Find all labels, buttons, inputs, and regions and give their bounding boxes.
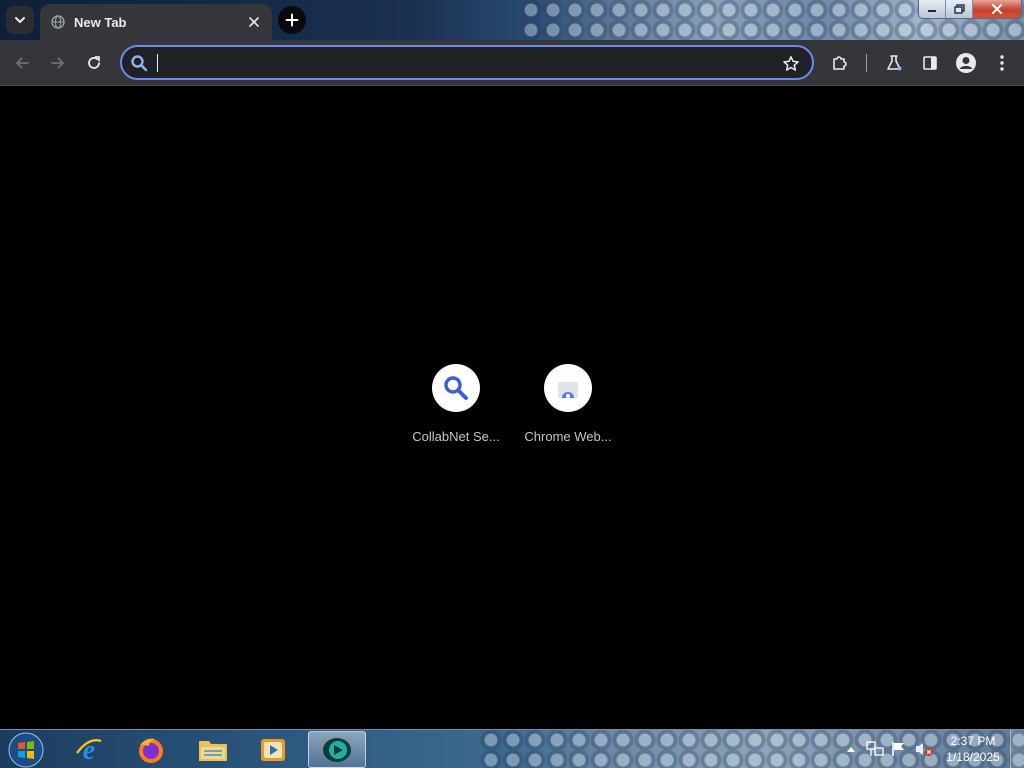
media-player-icon: [261, 738, 285, 761]
search-icon: [444, 376, 468, 400]
taskbar-app-firefox[interactable]: [124, 731, 178, 768]
title-bar: New Tab: [0, 0, 1024, 40]
menu-button[interactable]: [988, 49, 1016, 77]
taskbar: e 2:37 PM 1/18/2025: [0, 729, 1024, 768]
start-button[interactable]: [6, 731, 46, 768]
firefox-icon: [139, 738, 163, 763]
network-icon: [866, 741, 884, 756]
star-icon: [783, 56, 799, 71]
arrow-left-icon: [16, 57, 29, 69]
labs-button[interactable]: [880, 49, 908, 77]
new-tab-page: CollabNet Se... Chrome Web...: [0, 87, 1024, 729]
tab-search-button[interactable]: [6, 6, 34, 34]
tab-title: New Tab: [74, 14, 127, 30]
show-desktop-button[interactable]: [1010, 730, 1024, 768]
taskbar-app-file-explorer[interactable]: [186, 731, 240, 768]
side-panel-button[interactable]: [916, 49, 944, 77]
shortcut-icon-circle: [544, 364, 592, 412]
volume-tray-icon[interactable]: [912, 738, 936, 760]
chevron-up-icon: [847, 747, 855, 752]
shortcut-collabnet[interactable]: CollabNet Se...: [406, 364, 506, 444]
action-center-tray-icon[interactable]: [888, 738, 908, 760]
show-hidden-icons-button[interactable]: [844, 738, 858, 760]
taskbar-app-chrome[interactable]: [308, 731, 366, 768]
reload-icon: [88, 56, 100, 69]
puzzle-icon: [833, 56, 847, 70]
desktop: New Tab CollabNet Se... Chrome Web... e …: [0, 0, 1024, 768]
profile-button[interactable]: [952, 49, 980, 77]
close-icon: [992, 4, 1002, 14]
globe-icon: [50, 14, 66, 30]
text-cursor: [157, 54, 158, 72]
arrow-right-icon: [51, 57, 64, 69]
toolbar-divider: [866, 54, 867, 72]
shortcut-chrome-web-store[interactable]: Chrome Web...: [518, 364, 618, 444]
plus-icon: [285, 13, 299, 27]
bookmark-button[interactable]: [780, 53, 802, 75]
restore-icon: [953, 4, 965, 14]
windows-logo-icon: [8, 732, 44, 767]
taskbar-app-media-player[interactable]: [246, 731, 300, 768]
network-tray-icon[interactable]: [864, 738, 886, 760]
reload-button[interactable]: [80, 49, 108, 77]
volume-muted-icon: [916, 743, 933, 756]
chrome-icon: [323, 737, 351, 762]
flag-icon: [892, 742, 904, 756]
window-controls: [918, 0, 1022, 19]
shortcut-label: Chrome Web...: [524, 429, 612, 444]
restore-button[interactable]: [946, 0, 973, 18]
kebab-menu-icon: [1000, 55, 1004, 71]
clock-date: 1/18/2025: [946, 750, 1000, 764]
minimize-icon: [928, 10, 936, 12]
address-bar[interactable]: [120, 45, 814, 80]
close-icon: [249, 17, 259, 27]
chrome-web-store-icon: [558, 382, 578, 399]
browser-toolbar: [0, 40, 1024, 86]
address-input[interactable]: [156, 52, 756, 74]
side-panel-icon: [923, 56, 937, 70]
profile-icon: [956, 53, 976, 73]
shortcut-icon-circle: [432, 364, 480, 412]
minimize-button[interactable]: [919, 0, 946, 18]
tab-new-tab[interactable]: New Tab: [40, 4, 272, 40]
flask-icon: [887, 55, 902, 71]
folder-icon: [199, 740, 227, 761]
system-clock[interactable]: 2:37 PM 1/18/2025: [940, 733, 1006, 765]
search-icon: [128, 52, 150, 74]
ie-icon: e: [76, 735, 102, 765]
clock-time: 2:37 PM: [950, 734, 996, 748]
new-tab-button[interactable]: [278, 6, 306, 34]
taskbar-app-internet-explorer[interactable]: e: [62, 731, 116, 768]
chevron-down-icon: [15, 17, 25, 23]
extensions-button[interactable]: [826, 49, 854, 77]
shortcut-label: CollabNet Se...: [412, 429, 500, 444]
back-button[interactable]: [8, 49, 36, 77]
close-window-button[interactable]: [973, 0, 1021, 18]
forward-button[interactable]: [44, 49, 72, 77]
tab-close-button[interactable]: [246, 14, 262, 30]
